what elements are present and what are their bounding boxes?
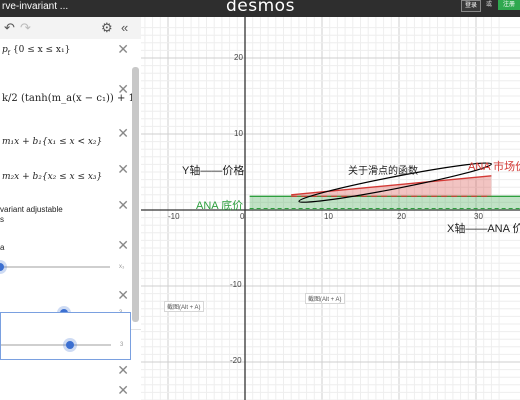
expression-toolbar: ↶ ↷ ⚙ « xyxy=(0,17,141,40)
slider-1-track[interactable] xyxy=(0,266,110,268)
collapse-list-icon[interactable]: « xyxy=(121,20,128,35)
x-tick-label: 20 xyxy=(397,212,406,221)
slider-3-track[interactable] xyxy=(1,344,111,346)
delete-slider-icon[interactable]: ✕ xyxy=(117,237,129,254)
y-tick-label: -10 xyxy=(230,280,242,289)
empty-expression-row[interactable]: ✕ ✕ xyxy=(0,360,141,400)
slider-3-max: 3 xyxy=(120,342,124,348)
delete-note-icon[interactable]: ✕ xyxy=(117,197,129,214)
note-text-line2: s xyxy=(0,215,4,224)
slider-row-3[interactable]: 3 xyxy=(0,312,131,360)
y-axis-annotation: Y轴——价格 xyxy=(182,165,245,177)
delete-slider-icon[interactable]: ✕ xyxy=(117,287,129,304)
redo-icon[interactable]: ↷ xyxy=(20,20,31,36)
delete-expression-icon[interactable]: ✕ xyxy=(117,81,129,98)
x-tick-label: 0 xyxy=(240,212,245,221)
slider-1-max: x₃ xyxy=(119,264,125,270)
desmos-logo: desmos xyxy=(226,0,295,16)
login-button[interactable]: 登录 xyxy=(461,0,482,12)
expression-list: ↶ ↷ ⚙ « pf {0 ≤ x ≤ x₁} ✕ k/2 (tanh(m_a(… xyxy=(0,17,142,400)
or-text: 或 xyxy=(486,2,493,8)
expression-1-math: pf {0 ≤ x ≤ x₁} xyxy=(2,45,71,57)
delete-expression-icon[interactable]: ✕ xyxy=(117,362,129,379)
expression-row-1[interactable]: pf {0 ≤ x ≤ x₁} ✕ xyxy=(0,39,141,80)
y-tick-label: -20 xyxy=(230,356,242,365)
note-text-line1: variant adjustable xyxy=(0,205,63,214)
expression-row-3[interactable]: m₁x + b₁{x₁ ≤ x < x₂} ✕ xyxy=(0,123,141,160)
x-axis-annotation: X轴——ANA 价 xyxy=(447,223,520,235)
delete-expression-icon[interactable]: ✕ xyxy=(117,161,129,178)
slider-1-label: a xyxy=(0,243,5,252)
y-tick-label: 20 xyxy=(234,53,243,62)
delete-expression-icon[interactable]: ✕ xyxy=(117,382,129,399)
slider-function-annotation: 关于滑点的函数 xyxy=(348,166,418,177)
y-tick-label: 10 xyxy=(234,129,243,138)
expression-3-math: m₁x + b₁{x₁ ≤ x < x₂} xyxy=(2,137,103,147)
slider-1-handle[interactable] xyxy=(0,263,4,271)
delete-expression-icon[interactable]: ✕ xyxy=(117,125,129,142)
note-row[interactable]: variant adjustable s ✕ xyxy=(0,195,141,236)
settings-icon[interactable]: ⚙ xyxy=(101,20,113,36)
market-price-annotation: ANA 市场价 xyxy=(468,161,520,173)
x-tick-label: -10 xyxy=(168,212,180,221)
undo-icon[interactable]: ↶ xyxy=(4,20,15,36)
slider-row-1[interactable]: a x₃ ✕ xyxy=(0,235,141,286)
expression-row-4[interactable]: m₂x + b₂{x₂ ≤ x ≤ x₃} ✕ xyxy=(0,159,141,196)
register-button[interactable]: 注册 xyxy=(498,0,520,10)
floor-price-annotation: ANA 底价 xyxy=(196,200,244,212)
document-title: rve-invariant ... xyxy=(2,1,69,12)
graph-canvas[interactable]: -10 0 10 20 30 20 10 -10 -20 Y轴——价格 X轴——… xyxy=(141,17,520,400)
top-bar: rve-invariant ... desmos 登录 或 注册 xyxy=(0,0,520,17)
delete-expression-icon[interactable]: ✕ xyxy=(117,41,129,58)
slider-3-handle[interactable] xyxy=(66,341,74,349)
screenshot-hint: 截图(Alt + A) xyxy=(305,293,345,304)
expression-4-math: m₂x + b₂{x₂ ≤ x ≤ x₃} xyxy=(2,172,103,182)
expression-list-scrollbar[interactable] xyxy=(132,67,139,322)
screenshot-hint: 截图(Alt + A) xyxy=(164,301,204,312)
x-tick-label: 10 xyxy=(324,212,333,221)
expression-2-math: k/2 (tanh(m_a(x − c₁)) + 1 xyxy=(2,93,135,104)
expression-row-2[interactable]: k/2 (tanh(m_a(x − c₁)) + 1 ✕ xyxy=(0,79,141,124)
floor-price-area xyxy=(249,196,520,210)
